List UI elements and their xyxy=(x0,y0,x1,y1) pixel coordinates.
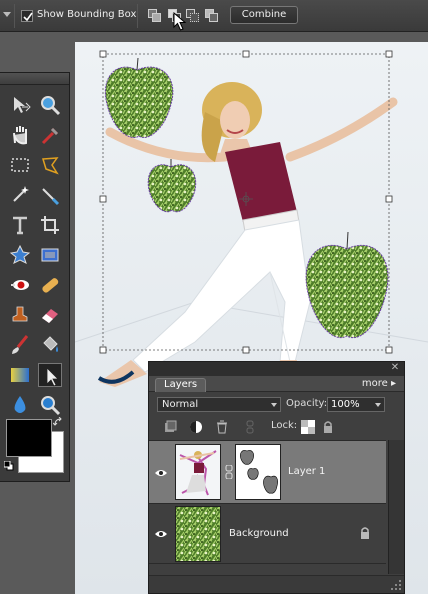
selection-brush-tool[interactable] xyxy=(38,183,62,207)
toolbox xyxy=(0,72,70,482)
eye-icon[interactable] xyxy=(154,529,168,539)
tab-layers[interactable]: Layers xyxy=(155,378,207,392)
combine-button[interactable]: Combine xyxy=(230,6,298,24)
healing-brush-icon xyxy=(42,278,59,293)
chevron-down-icon xyxy=(271,403,277,407)
layer-thumbnail xyxy=(175,506,221,562)
trash-icon[interactable] xyxy=(215,420,229,434)
foreground-color-swatch[interactable] xyxy=(6,419,52,457)
layers-panel-footer xyxy=(149,575,404,593)
divider xyxy=(137,4,138,28)
layer-name[interactable]: Layer 1 xyxy=(288,466,325,477)
healing-brush-tool[interactable] xyxy=(38,273,62,297)
blur-icon xyxy=(14,396,26,413)
eraser-icon xyxy=(42,309,58,323)
layers-panel: ✕ Layers more ▸ Normal Opacity: 100% Loc… xyxy=(148,361,405,594)
cookie-cutter-tool[interactable] xyxy=(8,243,32,267)
layer-thumbnail xyxy=(175,444,221,500)
shape-selection-tool[interactable] xyxy=(38,363,62,387)
straighten-tool[interactable] xyxy=(38,243,62,267)
swap-colors-icon[interactable] xyxy=(53,417,63,427)
chevron-down-icon xyxy=(375,403,381,407)
lasso-icon xyxy=(42,157,59,175)
more-menu-button[interactable]: more ▸ xyxy=(362,378,396,389)
eye-icon[interactable] xyxy=(154,468,168,478)
eyedropper-icon xyxy=(41,127,59,145)
default-colors-icon[interactable] xyxy=(4,461,14,471)
lasso-tool[interactable] xyxy=(38,153,62,177)
marquee-tool[interactable] xyxy=(8,153,32,177)
type-icon xyxy=(13,216,27,235)
marquee-icon xyxy=(11,158,29,172)
shape-add-mode-button[interactable] xyxy=(148,9,162,23)
clone-stamp-tool[interactable] xyxy=(8,303,32,327)
paint-bucket-tool[interactable] xyxy=(38,333,62,357)
layers-panel-titlebar[interactable]: ✕ xyxy=(149,362,404,376)
red-eye-icon xyxy=(11,280,29,290)
layer-row[interactable]: Background xyxy=(149,504,386,564)
crop-tool[interactable] xyxy=(38,213,62,237)
red-eye-tool[interactable] xyxy=(8,273,32,297)
hand-icon xyxy=(13,126,27,145)
lock-icon xyxy=(361,527,369,539)
blend-mode-value: Normal xyxy=(162,399,199,410)
zoom-tool[interactable] xyxy=(38,93,62,117)
selection-brush-icon xyxy=(42,188,60,206)
layer-name[interactable]: Background xyxy=(229,528,289,539)
lock-label: Lock: xyxy=(271,420,298,431)
tool-options-menu-icon[interactable] xyxy=(3,12,11,17)
mouse-cursor-icon xyxy=(173,12,187,31)
sponge-icon xyxy=(41,396,61,416)
magic-wand-icon xyxy=(13,186,29,202)
brush-tool[interactable] xyxy=(8,333,32,357)
sponge-tool[interactable] xyxy=(38,393,62,417)
show-bounding-box-label: Show Bounding Box xyxy=(37,9,137,20)
gradient-tool[interactable] xyxy=(8,363,32,387)
shape-selection-icon xyxy=(46,367,59,387)
link-layers-icon[interactable] xyxy=(243,420,257,434)
close-icon[interactable]: ✕ xyxy=(390,363,400,373)
cookie-cutter-icon xyxy=(9,244,31,264)
chain-link-icon[interactable] xyxy=(225,465,233,479)
move-icon xyxy=(14,97,31,113)
eraser-tool[interactable] xyxy=(38,303,62,327)
resize-grip-icon[interactable] xyxy=(390,579,402,591)
layer-mask-thumbnail xyxy=(235,444,281,500)
eyedropper-tool[interactable] xyxy=(38,123,62,147)
paint-bucket-icon xyxy=(43,336,58,352)
divider xyxy=(14,4,15,28)
opacity-input[interactable]: 100% xyxy=(327,397,385,412)
hand-tool[interactable] xyxy=(8,123,32,147)
options-bar: Show Bounding Box Combine xyxy=(0,0,428,32)
clone-stamp-icon xyxy=(12,306,28,322)
straighten-icon xyxy=(41,248,59,262)
lock-transparency-icon[interactable] xyxy=(301,420,315,434)
gradient-icon xyxy=(11,368,29,382)
new-layer-icon[interactable] xyxy=(163,420,177,434)
magic-wand-tool[interactable] xyxy=(8,183,32,207)
blur-tool[interactable] xyxy=(8,393,32,417)
brush-icon xyxy=(12,335,29,354)
toolbox-grip[interactable] xyxy=(0,73,69,85)
layer-row[interactable]: Layer 1 xyxy=(149,440,386,504)
zoom-icon xyxy=(41,96,61,116)
shape-exclude-mode-button[interactable] xyxy=(205,9,219,23)
layers-scrollbar[interactable] xyxy=(388,440,404,574)
move-tool[interactable] xyxy=(8,93,32,117)
layers-tab-row: Layers more ▸ xyxy=(149,376,404,392)
lock-all-icon[interactable] xyxy=(321,420,335,434)
crop-icon xyxy=(41,216,59,234)
type-tool[interactable] xyxy=(8,213,32,237)
blend-mode-select[interactable]: Normal xyxy=(157,397,281,412)
shape-intersect-mode-button[interactable] xyxy=(186,9,200,23)
show-bounding-box-checkbox[interactable] xyxy=(21,10,33,22)
opacity-label: Opacity: xyxy=(286,398,328,409)
checkmark-icon xyxy=(23,12,33,22)
opacity-value: 100% xyxy=(331,399,360,410)
adjustment-layer-icon[interactable] xyxy=(189,420,203,434)
